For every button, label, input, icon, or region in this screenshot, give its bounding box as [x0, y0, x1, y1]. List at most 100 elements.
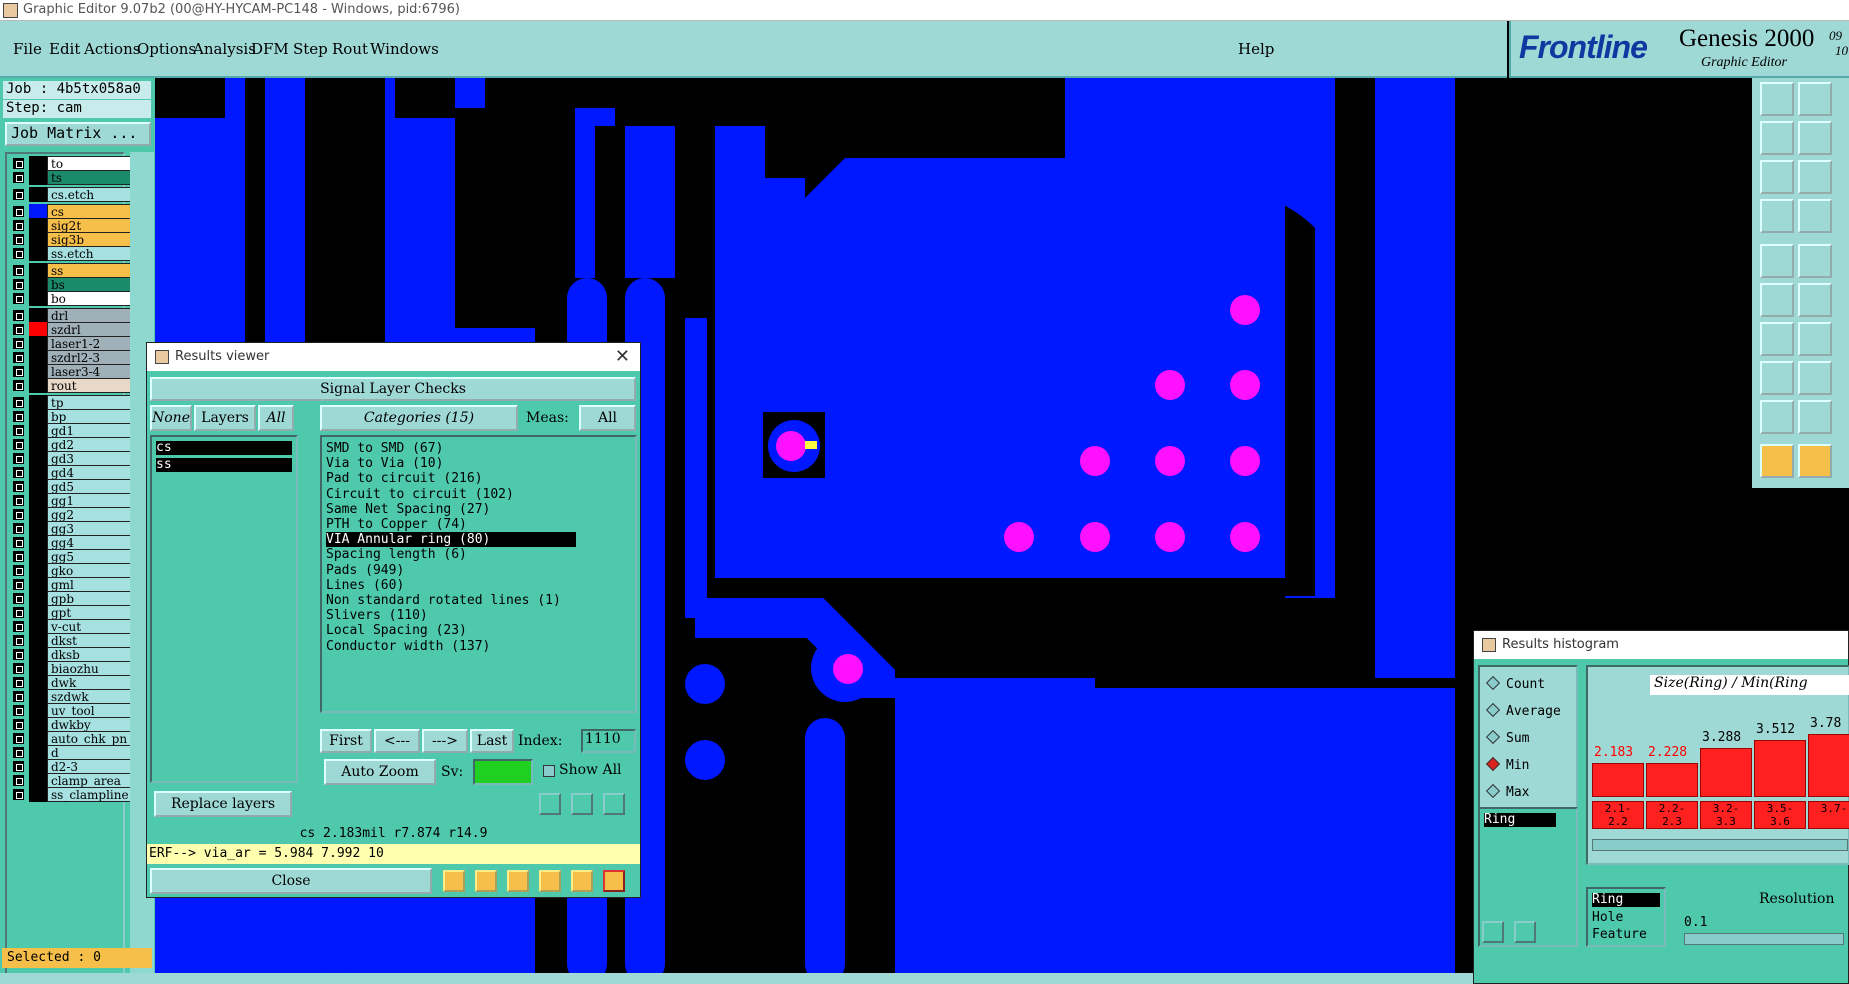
tool-select-icon[interactable]	[1760, 244, 1794, 278]
results-viewer-titlebar[interactable]: Results viewer ✕	[147, 343, 640, 371]
layer-name[interactable]: bo	[47, 291, 132, 306]
layer-checkbox[interactable]	[13, 733, 24, 744]
auto-zoom-select[interactable]: Auto Zoom	[324, 759, 436, 785]
layer-color-swatch[interactable]	[29, 675, 47, 690]
category-item[interactable]: Same Net Spacing (27)	[326, 502, 490, 517]
layer-name[interactable]: gg1	[47, 493, 132, 508]
no-ref-icon[interactable]	[507, 870, 529, 892]
layer-name[interactable]: to	[47, 156, 132, 171]
layer-checkbox[interactable]	[13, 789, 24, 800]
layer-color-swatch[interactable]	[29, 156, 47, 171]
tool-triangle-icon[interactable]	[1760, 400, 1794, 434]
layer-checkbox[interactable]	[13, 691, 24, 702]
layer-checkbox[interactable]	[13, 324, 24, 335]
layer-row-bp[interactable]: bp	[9, 409, 132, 424]
layer-results-list[interactable]: cs ss	[150, 435, 298, 783]
layer-checkbox[interactable]	[13, 775, 24, 786]
layer-name[interactable]: sig2t	[47, 218, 132, 233]
layer-color-swatch[interactable]	[29, 563, 47, 578]
layer-color-swatch[interactable]	[29, 549, 47, 564]
layer-name[interactable]: szdrl2-3	[47, 350, 132, 365]
layer-row-clamp_area[interactable]: clamp_area	[9, 773, 132, 788]
tool-minus-icon[interactable]	[1798, 361, 1832, 395]
tool-measure-icon[interactable]	[1760, 199, 1794, 233]
layer-row-bs[interactable]: bs	[9, 277, 132, 292]
layer-checkbox[interactable]	[13, 380, 24, 391]
tool-snap-icon[interactable]	[1760, 82, 1794, 116]
layer-checkbox[interactable]	[13, 579, 24, 590]
none-button[interactable]: None	[150, 405, 192, 431]
layer-name[interactable]: gpb	[47, 591, 132, 606]
layer-checkbox[interactable]	[13, 265, 24, 276]
layer-color-swatch[interactable]	[29, 591, 47, 606]
del-icon[interactable]	[539, 793, 561, 815]
layer-color-swatch[interactable]	[29, 451, 47, 466]
layer-color-swatch[interactable]	[29, 717, 47, 732]
layer-name[interactable]: gd3	[47, 451, 132, 466]
menu-help[interactable]: Help	[1238, 40, 1274, 58]
layer-checkbox[interactable]	[13, 495, 24, 506]
tool-line-icon[interactable]	[1798, 322, 1832, 356]
layer-name[interactable]: dwk	[47, 675, 132, 690]
layer-result-cs[interactable]: cs	[156, 441, 292, 455]
layer-checkbox[interactable]	[13, 425, 24, 436]
layer-name[interactable]: rout	[47, 378, 132, 393]
feature-item-ring[interactable]: Ring	[1592, 893, 1660, 907]
layer-name[interactable]: gg4	[47, 535, 132, 550]
layer-color-swatch[interactable]	[29, 759, 47, 774]
layer-checkbox[interactable]	[13, 761, 24, 772]
layer-color-swatch[interactable]	[29, 493, 47, 508]
layer-row-gd2[interactable]: gd2	[9, 437, 132, 452]
layers-button[interactable]: Layers	[194, 405, 256, 431]
layer-row-szdrl[interactable]: szdrl	[9, 322, 132, 337]
menu-dfm[interactable]: DFM	[251, 40, 289, 58]
layer-checkbox[interactable]	[13, 551, 24, 562]
layer-color-swatch[interactable]	[29, 731, 47, 746]
layer-checkbox[interactable]	[13, 310, 24, 321]
numbers-icon[interactable]	[539, 870, 561, 892]
close-icon[interactable]: ✕	[615, 346, 630, 367]
prev-button[interactable]: <---	[374, 729, 420, 753]
layer-name[interactable]: d	[47, 745, 132, 760]
layer-checkbox[interactable]	[13, 338, 24, 349]
layer-row-gml[interactable]: gml	[9, 577, 132, 592]
layer-row-gpb[interactable]: gpb	[9, 591, 132, 606]
layer-row-to[interactable]: to	[9, 156, 132, 171]
layer-checkbox[interactable]	[13, 206, 24, 217]
layer-color-swatch[interactable]	[29, 465, 47, 480]
layer-name[interactable]: bs	[47, 277, 132, 292]
layer-color-swatch[interactable]	[29, 409, 47, 424]
layer-result-ss[interactable]: ss	[156, 458, 292, 472]
notes-icon[interactable]	[571, 870, 593, 892]
layer-color-swatch[interactable]	[29, 246, 47, 261]
layer-name[interactable]: ss_clampline	[47, 787, 132, 802]
layer-checkbox[interactable]	[13, 663, 24, 674]
menu-edit[interactable]: Edit	[49, 40, 80, 58]
layer-color-swatch[interactable]	[29, 350, 47, 365]
layer-color-swatch[interactable]	[29, 773, 47, 788]
category-item[interactable]: Lines (60)	[326, 578, 404, 593]
layer-checkbox[interactable]	[13, 411, 24, 422]
layer-row-sig2t[interactable]: sig2t	[9, 218, 132, 233]
layer-color-swatch[interactable]	[29, 187, 47, 202]
layer-color-swatch[interactable]	[29, 619, 47, 634]
feature-list[interactable]: Ring Hole Feature	[1586, 887, 1666, 947]
feature-item-feature[interactable]: Feature	[1592, 927, 1647, 942]
layer-name[interactable]: sig3b	[47, 232, 132, 247]
layer-checkbox[interactable]	[13, 607, 24, 618]
layer-name[interactable]: cs.etch	[47, 187, 132, 202]
layer-checkbox[interactable]	[13, 453, 24, 464]
sv-select[interactable]	[473, 759, 533, 785]
layer-row-dwkby[interactable]: dwkby	[9, 717, 132, 732]
category-item[interactable]: PTH to Copper (74)	[326, 517, 467, 532]
category-item[interactable]: Circuit to circuit (102)	[326, 487, 514, 502]
layer-row-cs.etch[interactable]: cs.etch	[9, 187, 132, 202]
category-item[interactable]: Local Spacing (23)	[326, 623, 467, 638]
tool-snap2-icon[interactable]	[1798, 82, 1832, 116]
layer-color-swatch[interactable]	[29, 521, 47, 536]
layer-checkbox[interactable]	[13, 593, 24, 604]
menu-options[interactable]: Options	[137, 40, 196, 58]
layer-row-ts[interactable]: ts	[9, 170, 132, 185]
layer-row-gg3[interactable]: gg3	[9, 521, 132, 536]
layer-name[interactable]: gpt	[47, 605, 132, 620]
